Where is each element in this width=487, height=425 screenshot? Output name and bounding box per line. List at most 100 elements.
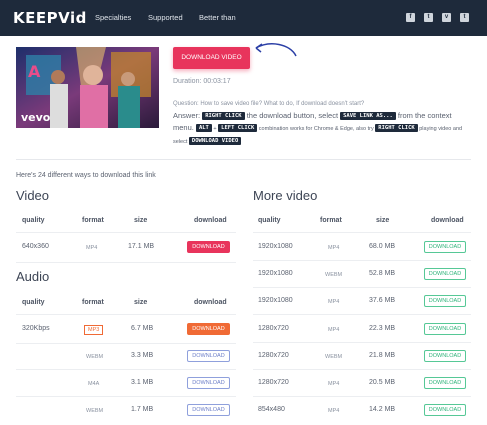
video-section-title: Video: [16, 188, 50, 203]
more-quality: 1920x1080: [258, 297, 293, 304]
download-button[interactable]: DOWNLOAD: [424, 323, 466, 335]
col-size: size: [134, 299, 148, 306]
row-divider: [16, 396, 236, 397]
top-navbar: KEEPVid Specialties Supported Better tha…: [0, 0, 487, 36]
row-divider: [16, 369, 236, 370]
video-duration: Duration: 00:03:17: [173, 78, 231, 85]
col-quality: quality: [22, 299, 45, 306]
more-quality: 854x480: [258, 406, 285, 413]
kbd-save-link: SAVE LINK AS...: [340, 112, 396, 120]
more-quality: 1280x720: [258, 379, 289, 386]
more-size: 37.6 MB: [369, 297, 396, 304]
audio-quality: 320Kbps: [22, 325, 50, 332]
row-divider: [253, 260, 471, 261]
download-button[interactable]: DOWNLOAD: [424, 295, 466, 307]
vk-icon[interactable]: v: [442, 13, 451, 22]
video-thumbnail[interactable]: A vevo: [16, 47, 159, 128]
download-button[interactable]: DOWNLOAD: [187, 323, 230, 335]
more-format: MP4: [328, 245, 340, 251]
more-size: 14.2 MB: [369, 406, 396, 413]
more-format: MP4: [328, 299, 340, 305]
audio-format: WEBM: [86, 408, 104, 414]
answer-text: the download button, select: [244, 111, 341, 120]
download-button[interactable]: DOWNLOAD: [187, 241, 230, 253]
audio-section-title: Audio: [16, 269, 50, 284]
vevo-watermark: vevo: [21, 111, 51, 124]
row-divider: [253, 287, 471, 288]
ways-count-text: Here's 24 different ways to download thi…: [16, 172, 156, 179]
more-format: MP4: [328, 327, 340, 333]
more-size: 52.8 MB: [369, 270, 396, 277]
svg-text:A: A: [28, 62, 41, 81]
row-divider: [16, 343, 236, 344]
row-divider: [16, 232, 236, 233]
audio-format: M4A: [88, 381, 100, 387]
video-format: MP4: [86, 245, 98, 251]
row-divider: [253, 232, 471, 233]
download-button[interactable]: DOWNLOAD: [424, 241, 466, 253]
audio-size: 3.3 MB: [131, 352, 154, 359]
download-button[interactable]: DOWNLOAD: [424, 377, 466, 389]
more-quality: 1280x720: [258, 325, 289, 332]
row-divider: [253, 314, 471, 315]
kbd-alt: ALT: [195, 124, 212, 132]
answer-text: combination works for Chrome & Edge, als…: [257, 126, 376, 132]
section-divider: [16, 159, 471, 160]
download-button[interactable]: DOWNLOAD: [424, 268, 466, 280]
audio-format: WEBM: [86, 354, 104, 360]
more-size: 20.5 MB: [369, 379, 396, 386]
more-quality: 1280x720: [258, 352, 289, 359]
nav-better-than[interactable]: Better than: [199, 13, 236, 22]
row-divider: [16, 314, 236, 315]
row-divider: [253, 396, 471, 397]
help-answer: Answer: RIGHT CLICK the download button,…: [173, 110, 473, 148]
help-question: Question: How to save video file? What t…: [173, 101, 365, 107]
col-size: size: [134, 217, 148, 224]
nav-specialties[interactable]: Specialties: [95, 13, 131, 22]
more-quality: 1920x1080: [258, 270, 293, 277]
row-divider: [253, 369, 471, 370]
col-quality: quality: [22, 217, 45, 224]
video-size: 17.1 MB: [128, 243, 155, 250]
audio-size: 3.1 MB: [131, 379, 154, 386]
col-size: size: [376, 217, 390, 224]
more-size: 22.3 MB: [369, 325, 396, 332]
col-format: format: [320, 217, 342, 224]
audio-size: 1.7 MB: [131, 406, 154, 413]
more-format: WEBM: [325, 272, 343, 278]
download-button[interactable]: DOWNLOAD: [187, 404, 230, 416]
download-video-button[interactable]: DOWNLOAD VIDEO: [173, 47, 250, 69]
row-divider: [16, 262, 236, 263]
more-size: 68.0 MB: [369, 243, 396, 250]
col-format: format: [82, 217, 104, 224]
col-format: format: [82, 299, 104, 306]
col-download: download: [431, 217, 464, 224]
row-divider: [253, 342, 471, 343]
kbd-download-video: DOWNLOAD VIDEO: [188, 137, 242, 145]
audio-size: 6.7 MB: [131, 325, 154, 332]
download-button[interactable]: DOWNLOAD: [187, 377, 230, 389]
download-button[interactable]: DOWNLOAD: [424, 350, 466, 362]
more-format: MP4: [328, 408, 340, 414]
audio-format: MP3: [84, 325, 104, 335]
more-quality: 1920x1080: [258, 243, 293, 250]
keepvid-logo[interactable]: KEEPVid: [13, 9, 87, 27]
tumblr-icon[interactable]: t: [460, 13, 469, 22]
facebook-icon[interactable]: f: [406, 13, 415, 22]
col-download: download: [194, 299, 227, 306]
arrow-pointer-icon: [255, 43, 297, 57]
more-format: WEBM: [325, 354, 343, 360]
kbd-left-click: LEFT CLICK: [218, 124, 258, 132]
answer-text: Answer:: [173, 111, 203, 120]
more-size: 21.8 MB: [369, 352, 396, 359]
video-quality: 640x360: [22, 243, 49, 250]
download-button[interactable]: DOWNLOAD: [424, 404, 466, 416]
download-button[interactable]: DOWNLOAD: [187, 350, 230, 362]
col-download: download: [194, 217, 227, 224]
more-video-section-title: More video: [253, 188, 318, 203]
nav-supported[interactable]: Supported: [148, 13, 183, 22]
twitter-icon[interactable]: t: [424, 13, 433, 22]
kbd-right-click-2: RIGHT CLICK: [375, 124, 418, 132]
kbd-right-click: RIGHT CLICK: [202, 112, 245, 120]
col-quality: quality: [258, 217, 281, 224]
